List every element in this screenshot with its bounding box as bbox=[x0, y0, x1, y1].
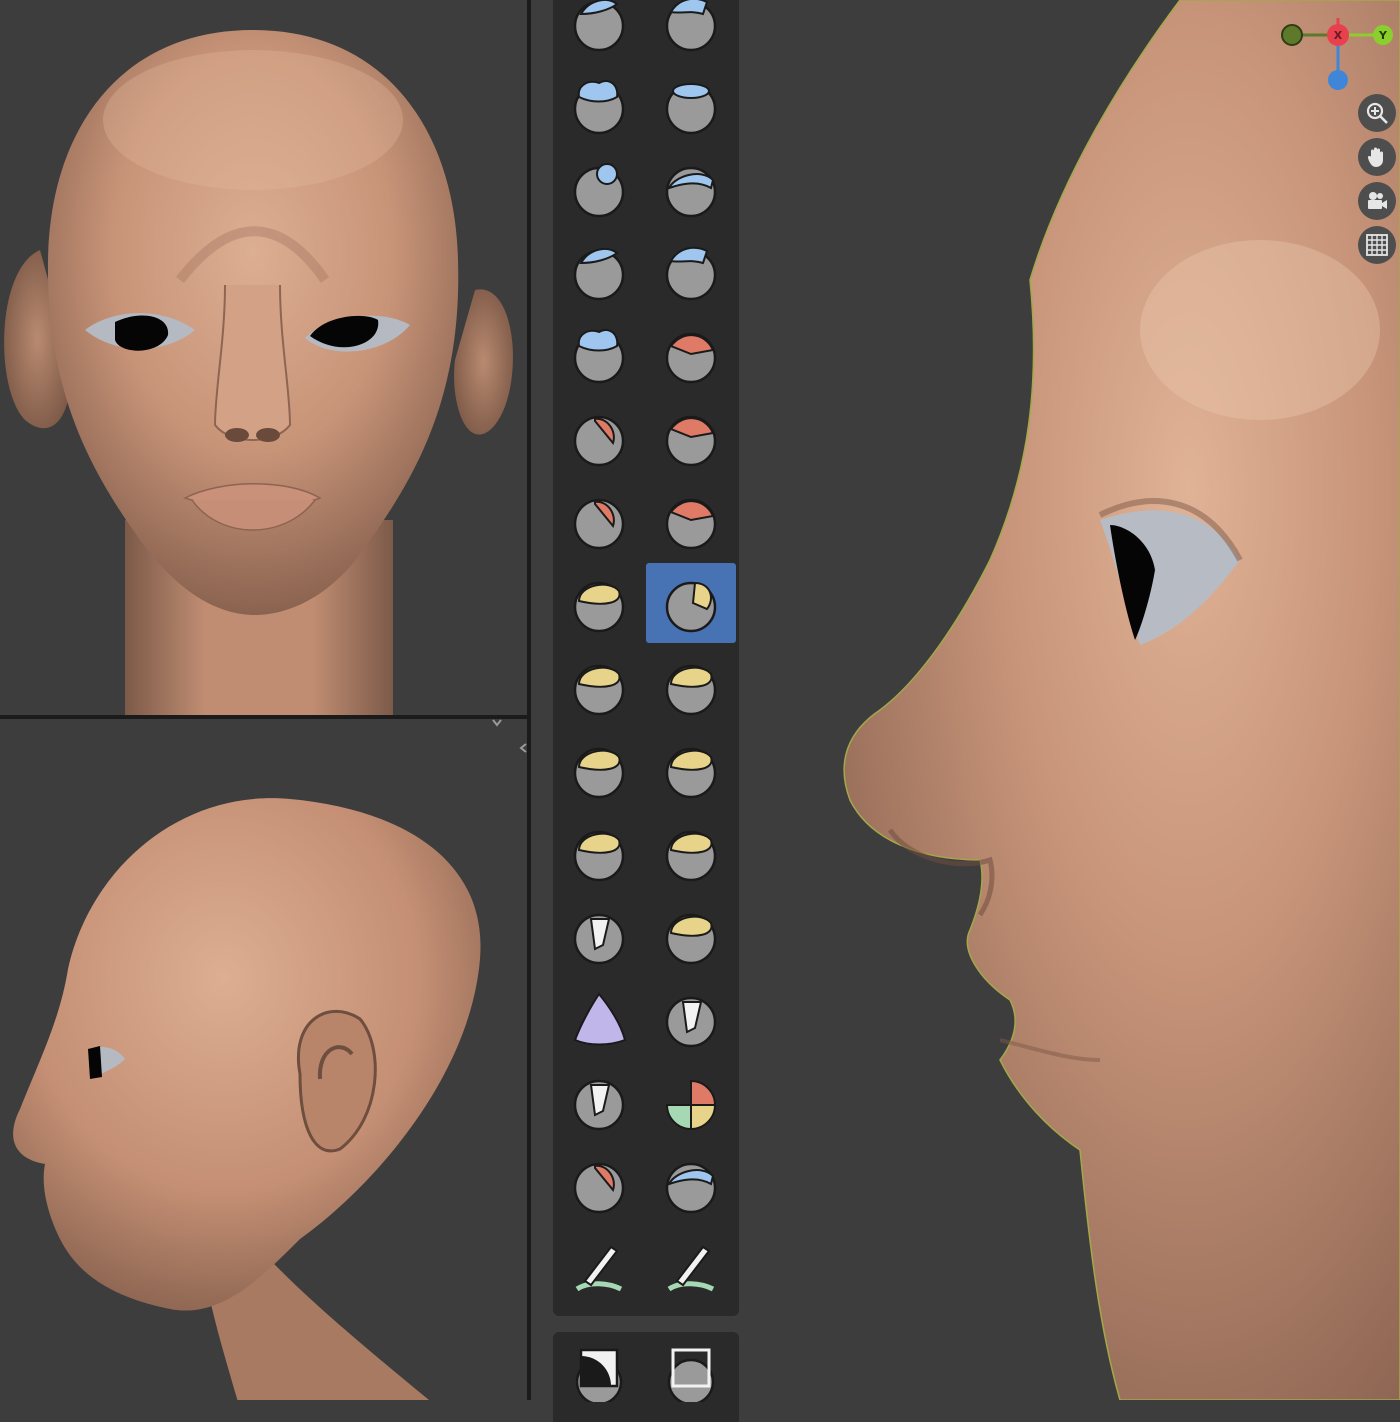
clay-thumb-brush-icon bbox=[573, 163, 625, 218]
tool-pinch[interactable] bbox=[554, 563, 644, 643]
camera-button[interactable] bbox=[1358, 182, 1396, 220]
tool-smear[interactable] bbox=[646, 1227, 736, 1307]
grab-brush-icon bbox=[665, 581, 717, 633]
tool-snake-hook[interactable] bbox=[646, 646, 736, 726]
smear-brush-icon bbox=[667, 1245, 715, 1292]
tool-box-mask[interactable] bbox=[554, 1332, 644, 1412]
multires-smear-brush-icon bbox=[665, 1162, 717, 1214]
side-eye-pupil bbox=[88, 1046, 102, 1079]
tool-simplify[interactable] bbox=[646, 978, 736, 1058]
blob-brush-icon bbox=[665, 246, 717, 301]
chevron-down-icon[interactable] bbox=[490, 716, 504, 730]
tool-multiplane-scrape[interactable] bbox=[646, 480, 736, 560]
tool-crease[interactable] bbox=[554, 314, 644, 394]
viewport-side[interactable] bbox=[0, 719, 527, 1400]
nose-shape bbox=[213, 284, 292, 441]
tool-draw[interactable] bbox=[554, 0, 644, 62]
paint-brush-icon bbox=[575, 1245, 623, 1292]
snake-hook-brush-icon bbox=[665, 664, 717, 716]
tool-paint[interactable] bbox=[554, 1227, 644, 1307]
mask-brush-icon bbox=[573, 1079, 625, 1131]
simplify-brush-icon bbox=[665, 996, 717, 1048]
elastic-deform-brush-icon bbox=[573, 664, 625, 716]
tool-multires-eraser[interactable] bbox=[554, 1144, 644, 1224]
clay-strips-brush-icon bbox=[665, 83, 717, 135]
sculpt-tools-panel bbox=[553, 0, 739, 1316]
tool-rotate[interactable] bbox=[646, 812, 736, 892]
tool-layer[interactable] bbox=[646, 148, 736, 228]
tool-clay-thumb[interactable] bbox=[554, 148, 644, 228]
tool-clay[interactable] bbox=[554, 65, 644, 145]
pose-brush-icon bbox=[665, 747, 717, 799]
tool-grab[interactable] bbox=[646, 563, 736, 643]
tool-boundary[interactable] bbox=[646, 895, 736, 975]
tool-draw-face-sets[interactable] bbox=[646, 1061, 736, 1141]
scrape-brush-icon bbox=[573, 498, 625, 550]
face-sets-brush-icon bbox=[665, 1079, 717, 1131]
multires-eraser-brush-icon bbox=[573, 1162, 625, 1214]
closeup-face-shape bbox=[843, 0, 1400, 1400]
tool-inflate[interactable] bbox=[554, 231, 644, 311]
tool-fill[interactable] bbox=[646, 397, 736, 477]
multiplane-scrape-brush-icon bbox=[665, 498, 717, 550]
tool-box-hide[interactable] bbox=[646, 1332, 736, 1412]
tool-smooth[interactable] bbox=[646, 314, 736, 394]
head-side-render bbox=[13, 798, 481, 1400]
smooth-brush-icon bbox=[665, 332, 717, 384]
viewport-front[interactable] bbox=[0, 0, 527, 715]
tool-flatten[interactable] bbox=[554, 397, 644, 477]
gizmo-x-label: X bbox=[1334, 29, 1343, 42]
face-closeup-render bbox=[843, 0, 1400, 1400]
tool-blob[interactable] bbox=[646, 231, 736, 311]
navigation-gizmo[interactable]: X Y bbox=[1278, 18, 1396, 98]
gizmo-y-label: Y bbox=[1378, 29, 1388, 42]
cloth-brush-icon bbox=[573, 992, 627, 1046]
tool-slide-relax[interactable] bbox=[554, 895, 644, 975]
tool-multires-smear[interactable] bbox=[646, 1144, 736, 1224]
inflate-brush-icon bbox=[573, 247, 625, 301]
tool-clay-strips[interactable] bbox=[646, 65, 736, 145]
boundary-brush-icon bbox=[665, 913, 717, 965]
grid-icon bbox=[1366, 234, 1388, 256]
nudge-brush-icon bbox=[573, 830, 625, 882]
box-mask-icon bbox=[575, 1348, 623, 1402]
draw-sharp-brush-icon bbox=[665, 0, 717, 52]
fill-brush-icon bbox=[665, 415, 717, 467]
ortho-grid-button[interactable] bbox=[1358, 226, 1396, 264]
thumb-brush-icon bbox=[573, 747, 625, 799]
tool-elastic-deform[interactable] bbox=[554, 646, 644, 726]
tool-pose[interactable] bbox=[646, 729, 736, 809]
viewport-main[interactable] bbox=[740, 0, 1400, 1400]
side-head-shape bbox=[13, 798, 481, 1311]
zoom-button[interactable] bbox=[1358, 94, 1396, 132]
horizontal-divider[interactable] bbox=[0, 715, 527, 719]
head-front-render bbox=[4, 30, 513, 715]
rotate-brush-icon bbox=[665, 830, 717, 882]
tool-nudge[interactable] bbox=[554, 812, 644, 892]
camera-icon bbox=[1368, 192, 1387, 209]
flatten-brush-icon bbox=[573, 415, 625, 467]
hand-icon bbox=[1367, 147, 1383, 167]
draw-brush-icon bbox=[573, 0, 625, 52]
crease-brush-icon bbox=[573, 328, 625, 384]
gizmo-z-handle[interactable] bbox=[1328, 70, 1348, 90]
mask-tools-panel bbox=[553, 1332, 739, 1422]
box-hide-icon bbox=[667, 1348, 715, 1402]
chevron-left-icon[interactable] bbox=[516, 741, 530, 755]
tool-draw-sharp[interactable] bbox=[646, 0, 736, 62]
tool-mask[interactable] bbox=[554, 1061, 644, 1141]
tool-thumb[interactable] bbox=[554, 729, 644, 809]
layer-brush-icon bbox=[665, 166, 717, 218]
tool-scrape[interactable] bbox=[554, 480, 644, 560]
gizmo-neg-y-handle[interactable] bbox=[1281, 24, 1303, 46]
sculpt-toolbar bbox=[531, 0, 740, 1422]
pinch-brush-icon bbox=[573, 581, 625, 633]
pan-button[interactable] bbox=[1358, 138, 1396, 176]
zoom-icon bbox=[1366, 102, 1388, 124]
tool-cloth[interactable] bbox=[554, 978, 644, 1058]
clay-brush-icon bbox=[573, 79, 625, 135]
slide-relax-brush-icon bbox=[573, 913, 625, 965]
right-ear-shape bbox=[454, 289, 513, 435]
